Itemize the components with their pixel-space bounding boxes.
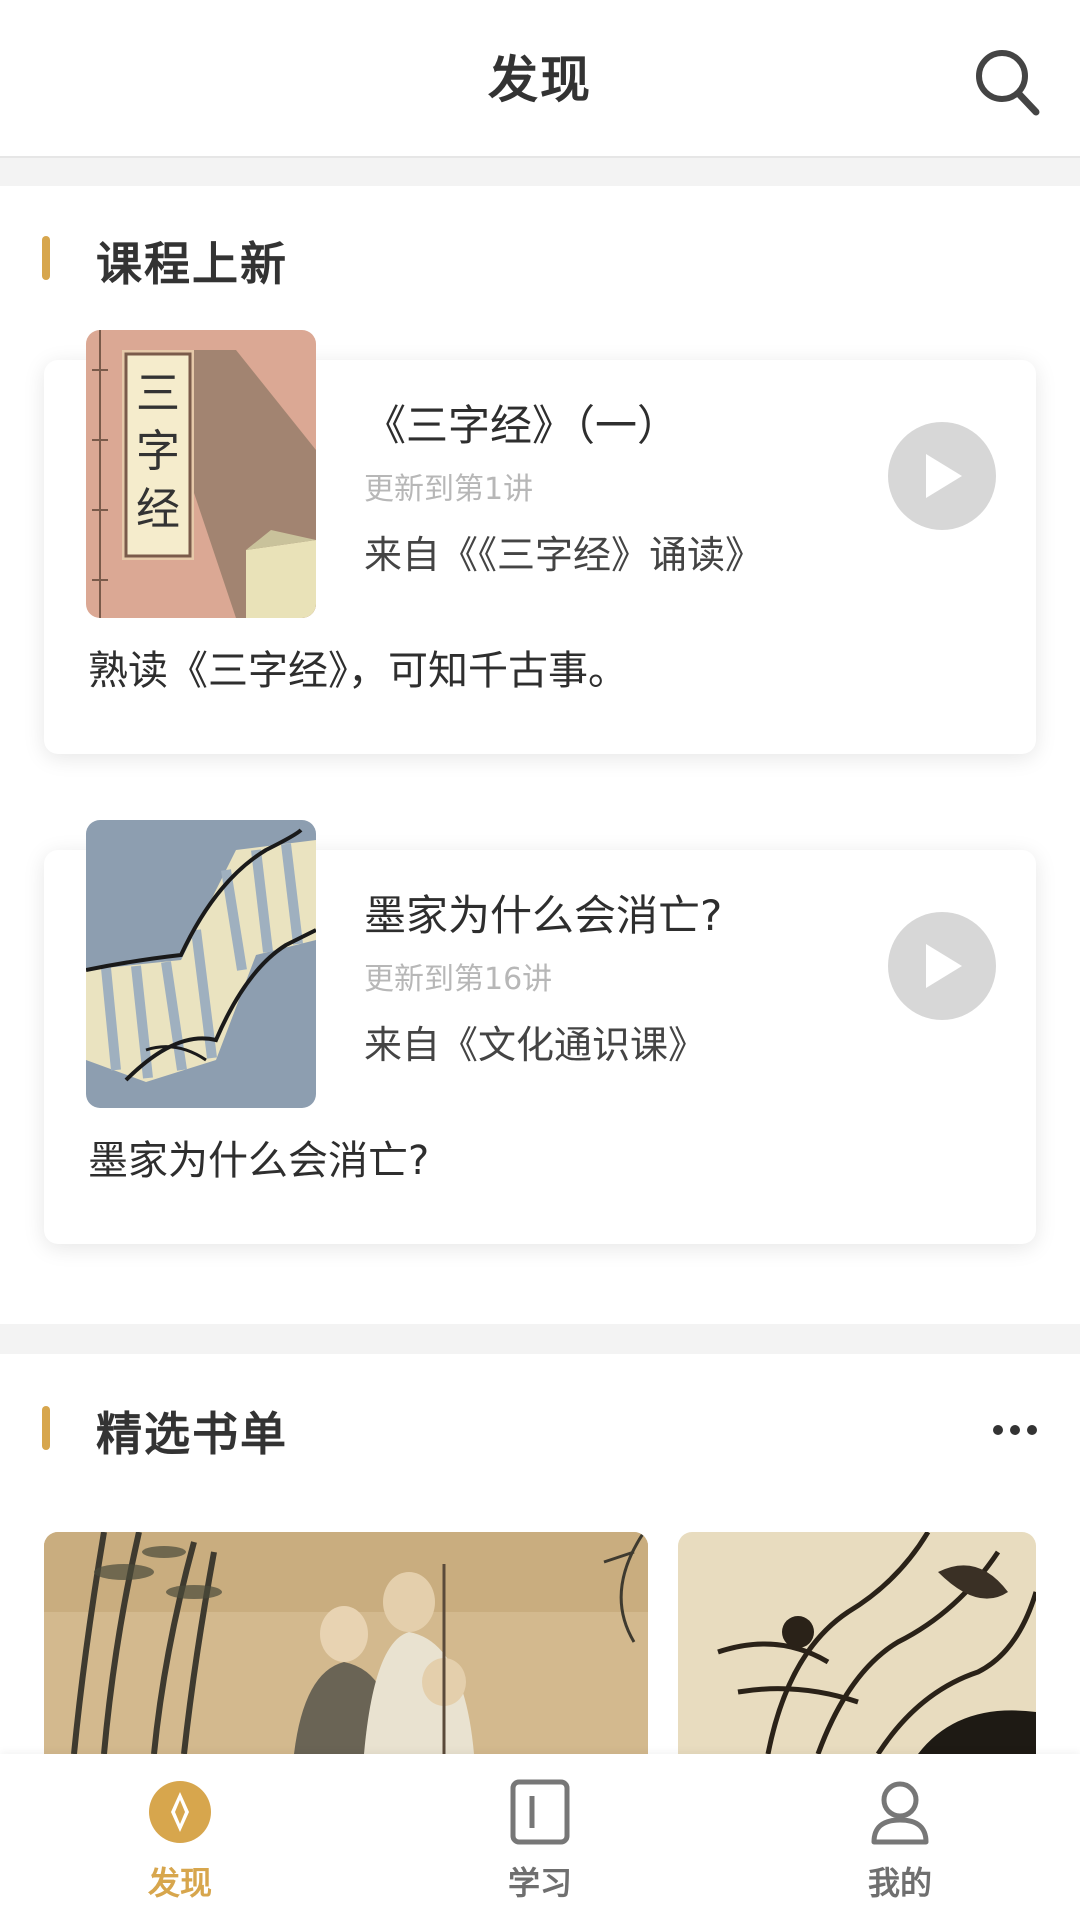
play-button[interactable] (888, 422, 996, 530)
cover-char-3: 经 (136, 484, 180, 535)
search-icon[interactable] (972, 44, 1042, 120)
tab-label: 我的 (867, 1864, 932, 1902)
course-source: 来自《文化通识课》 (364, 1023, 707, 1067)
play-button[interactable] (888, 912, 996, 1020)
tab-mine[interactable]: 我的 (720, 1754, 1080, 1920)
cover-char-2: 字 (136, 426, 180, 477)
tab-label: 发现 (147, 1864, 212, 1902)
page-title: 发现 (488, 51, 592, 109)
more-icon[interactable] (992, 1420, 1038, 1440)
booklist-card-sketch[interactable] (678, 1532, 1036, 1754)
course-source: 来自《《三字经》诵读》 (364, 533, 764, 577)
play-icon (926, 944, 962, 988)
section-title-booklists: 精选书单 (96, 1407, 288, 1461)
book-icon (508, 1778, 572, 1846)
section-accent-bar (42, 1406, 50, 1450)
tab-study[interactable]: 学习 (360, 1754, 720, 1920)
tab-discover[interactable]: 发现 (0, 1754, 360, 1920)
course-title[interactable]: 《三字经》（一） (364, 392, 679, 453)
section-title-new-courses: 课程上新 (96, 237, 288, 291)
course-title[interactable]: 墨家为什么会消亡? (364, 882, 722, 943)
course-update-status: 更新到第1讲 (364, 472, 534, 507)
tab-label: 学习 (507, 1864, 572, 1902)
compass-icon (148, 1778, 212, 1846)
user-icon (868, 1778, 932, 1846)
bottom-tab-bar: 发现 学习 我的 (0, 1754, 1080, 1920)
booklist-card-painting[interactable] (44, 1532, 648, 1754)
section-accent-bar (42, 236, 50, 280)
course-cover-sanzijing[interactable]: 三 字 经 (86, 330, 316, 618)
course-update-status: 更新到第16讲 (364, 962, 553, 997)
course-description: 墨家为什么会消亡? (88, 1138, 430, 1184)
course-description: 熟读《三字经》，可知千古事。 (88, 648, 628, 694)
top-bar: 发现 (0, 0, 1080, 158)
cover-char-1: 三 (136, 368, 180, 419)
play-icon (926, 454, 962, 498)
course-cover-mojia[interactable] (86, 820, 316, 1108)
